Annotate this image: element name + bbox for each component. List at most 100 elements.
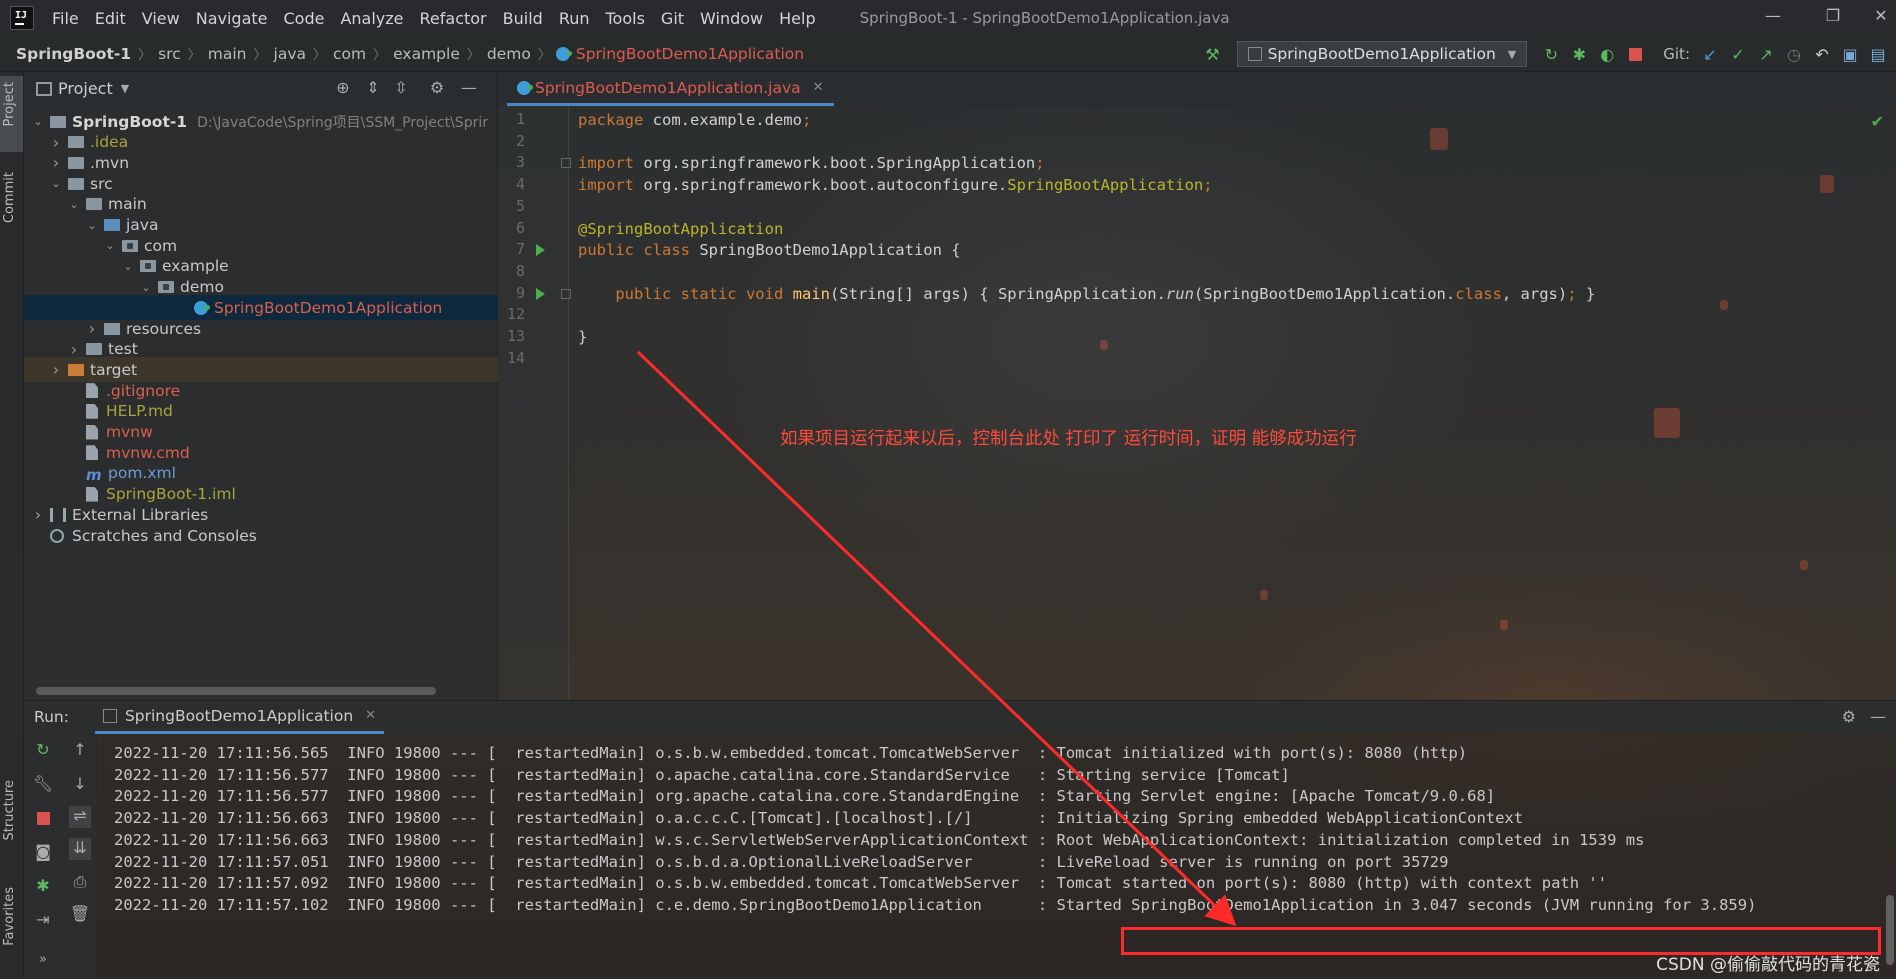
chevron-right-icon[interactable]: ›	[66, 340, 82, 359]
close-button[interactable]: ✕	[1866, 6, 1896, 25]
history-icon[interactable]: ◷	[1780, 40, 1808, 68]
chevron-down-icon[interactable]: ⌄	[66, 198, 82, 211]
chevron-right-icon[interactable]: ›	[48, 133, 64, 152]
locate-icon[interactable]: ⊕	[332, 78, 354, 100]
fold-icon[interactable]	[561, 158, 571, 169]
horizontal-scrollbar[interactable]	[36, 687, 436, 695]
run-class-icon[interactable]	[536, 244, 545, 257]
console-scrollbar[interactable]	[1886, 895, 1894, 965]
rerun-icon[interactable]: ↻	[1537, 40, 1565, 68]
soft-wrap-icon[interactable]: ⇌	[69, 806, 91, 828]
menu-view[interactable]: View	[134, 9, 188, 28]
hide-icon[interactable]: —	[458, 78, 480, 100]
coverage-icon[interactable]: ◐	[1593, 40, 1621, 68]
tree-item-label: pom.xml	[108, 464, 176, 483]
arrow-up-icon[interactable]: ↑	[69, 740, 91, 762]
collapse-all-icon[interactable]: ⇳	[390, 78, 412, 100]
trash-icon[interactable]: 🗑︎	[69, 904, 91, 926]
git-push-icon[interactable]: ↗	[1752, 40, 1780, 68]
chevron-right-icon[interactable]: ›	[48, 153, 64, 172]
breadcrumb-project[interactable]: SpringBoot-1	[14, 45, 133, 63]
run-config-icon	[102, 708, 117, 723]
menu-analyze[interactable]: Analyze	[332, 9, 411, 28]
fold-icon[interactable]	[561, 288, 571, 299]
code-token: }	[1576, 284, 1596, 303]
debug-settings-icon[interactable]: ✱	[32, 876, 54, 898]
menu-file[interactable]: File	[44, 9, 87, 28]
gear-icon[interactable]: ⚙	[426, 78, 448, 100]
menu-git[interactable]: Git	[653, 9, 692, 28]
project-structure-icon[interactable]: ▣	[1836, 40, 1864, 68]
breadcrumb-example[interactable]: example	[391, 45, 462, 63]
scroll-to-end-icon[interactable]: ⇊	[69, 838, 91, 860]
tree-item-label: External Libraries	[72, 505, 209, 524]
menu-refactor[interactable]: Refactor	[412, 9, 495, 28]
chevron-down-icon[interactable]: ⌄	[84, 219, 100, 232]
breadcrumb-class[interactable]: SpringBootDemo1Application	[574, 45, 806, 63]
gear-icon[interactable]: ⚙	[1842, 707, 1856, 726]
rollback-icon[interactable]: ↶	[1808, 40, 1836, 68]
run-tab[interactable]: SpringBootDemo1Application ✕	[94, 700, 385, 734]
breadcrumb-java[interactable]: java	[272, 45, 308, 63]
menu-navigate[interactable]: Navigate	[188, 9, 276, 28]
chevron-right-icon[interactable]: ›	[48, 360, 64, 379]
tree-item-label: HELP.md	[106, 402, 173, 421]
git-update-icon[interactable]: ↙	[1696, 40, 1724, 68]
structure-tab-label[interactable]: Structure	[2, 780, 17, 840]
console-line: 2022-11-20 17:11:57.102 INFO 19800 --- […	[114, 895, 1757, 914]
breadcrumb-com[interactable]: com	[331, 45, 368, 63]
chevron-down-icon[interactable]: ⌄	[138, 281, 154, 294]
breadcrumb-src[interactable]: src	[156, 45, 183, 63]
menu-tools[interactable]: Tools	[598, 9, 653, 28]
chevron-down-icon[interactable]: ▼	[121, 82, 129, 95]
chevron-down-icon[interactable]: ⌄	[30, 115, 46, 128]
run-main-icon[interactable]	[536, 287, 545, 300]
inspection-ok-icon[interactable]: ✔	[1871, 112, 1884, 131]
code-editor[interactable]: package com.example.demo; import org.spri…	[578, 106, 1878, 700]
menu-edit[interactable]: Edit	[87, 9, 134, 28]
chevron-down-icon[interactable]: ⌄	[120, 260, 136, 273]
tree-item[interactable]: Scratches and Consoles	[24, 523, 498, 548]
arrow-down-icon[interactable]: ↓	[69, 774, 91, 796]
breadcrumb-demo[interactable]: demo	[485, 45, 533, 63]
close-tab-icon[interactable]: ✕	[813, 80, 824, 95]
more-icon[interactable]: »	[32, 952, 54, 974]
menu-window[interactable]: Window	[692, 9, 771, 28]
git-commit-icon[interactable]: ✓	[1724, 40, 1752, 68]
chevron-down-icon[interactable]: ⌄	[102, 239, 118, 252]
print-icon[interactable]: ⎙	[69, 872, 91, 894]
breadcrumb-main[interactable]: main	[206, 45, 249, 63]
chevron-right-icon[interactable]: ›	[30, 505, 46, 524]
close-tab-icon[interactable]: ✕	[365, 708, 376, 723]
debug-icon[interactable]: ✱	[1565, 40, 1593, 68]
console-line: 2022-11-20 17:11:56.577 INFO 19800 --- […	[114, 765, 1290, 784]
chevron-right-icon[interactable]: ›	[84, 319, 100, 338]
stop-icon[interactable]	[1621, 40, 1649, 68]
camera-icon[interactable]: ◙	[32, 842, 54, 864]
tree-item-label: .gitignore	[106, 381, 181, 400]
login-icon[interactable]: ⇥	[32, 910, 54, 932]
favorites-tab-label[interactable]: Favorites	[2, 887, 17, 946]
console-output[interactable]: 2022-11-20 17:11:56.565 INFO 19800 --- […	[99, 734, 1896, 979]
left-tool-strip: Project Commit Structure Favorites	[0, 72, 24, 979]
rerun-icon[interactable]: ↻	[32, 740, 54, 762]
restore-button[interactable]: ❐	[1818, 6, 1848, 25]
chevron-down-icon[interactable]: ⌄	[48, 177, 64, 190]
menu-help[interactable]: Help	[771, 9, 823, 28]
console-line: 2022-11-20 17:11:57.092 INFO 19800 --- […	[114, 874, 1608, 893]
hide-icon[interactable]: —	[1870, 707, 1886, 726]
folder-icon	[68, 177, 84, 190]
run-configuration-select[interactable]: SpringBootDemo1Application ▼	[1236, 41, 1528, 67]
wrench-icon[interactable]: 🔧︎	[32, 774, 54, 796]
editor-tab-active[interactable]: SpringBootDemo1Application.java ✕	[507, 72, 834, 106]
menu-code[interactable]: Code	[276, 9, 333, 28]
project-panel-title[interactable]: Project	[58, 79, 113, 98]
minimize-button[interactable]: —	[1758, 6, 1788, 25]
hammer-icon[interactable]: ⚒	[1199, 40, 1227, 68]
menu-build[interactable]: Build	[495, 9, 551, 28]
stop-icon[interactable]	[32, 808, 54, 830]
layout-icon[interactable]: ▤	[1864, 40, 1892, 68]
expand-all-icon[interactable]: ⇕	[362, 78, 384, 100]
commit-tab-label[interactable]: Commit	[2, 172, 17, 223]
menu-run[interactable]: Run	[551, 9, 598, 28]
